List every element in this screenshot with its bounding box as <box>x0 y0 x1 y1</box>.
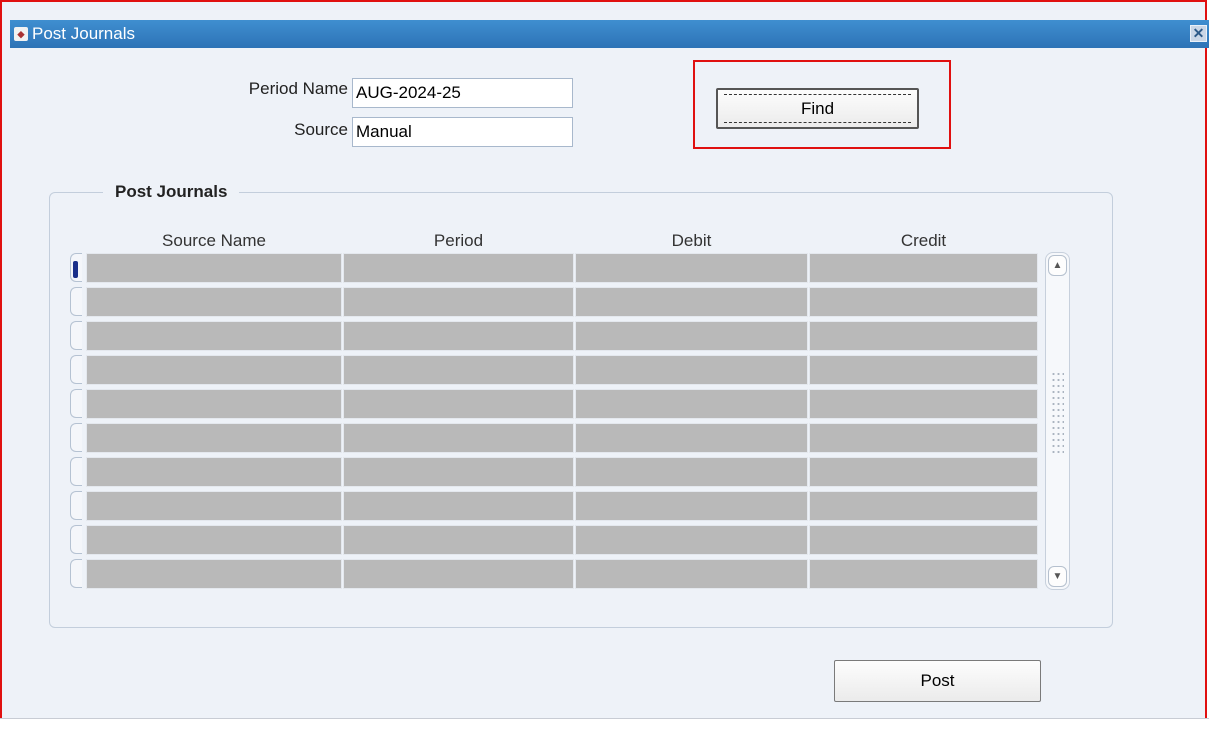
cell-debit[interactable] <box>575 253 808 283</box>
vertical-scrollbar[interactable]: ▲ ▼ <box>1045 252 1070 590</box>
cell-credit[interactable] <box>809 559 1038 589</box>
col-header-credit: Credit <box>900 231 947 250</box>
cell-credit[interactable] <box>809 423 1038 453</box>
row-indicator[interactable] <box>70 559 82 588</box>
row-indicator[interactable] <box>70 253 82 282</box>
post-button[interactable]: Post <box>834 660 1041 702</box>
cell-period[interactable] <box>343 423 574 453</box>
cell-source-name[interactable] <box>86 491 342 521</box>
period-name-field[interactable] <box>352 78 573 108</box>
row-indicator[interactable] <box>70 389 82 418</box>
cell-debit[interactable] <box>575 287 808 317</box>
cell-credit[interactable] <box>809 525 1038 555</box>
cell-period[interactable] <box>343 287 574 317</box>
col-header-period: Period <box>433 231 484 250</box>
cell-debit[interactable] <box>575 355 808 385</box>
cell-period[interactable] <box>343 389 574 419</box>
post-journals-window: ◆ Post Journals ✕ Period Name Source Fin… <box>0 0 1209 731</box>
window-title: Post Journals <box>32 24 135 43</box>
cell-period[interactable] <box>343 253 574 283</box>
cell-source-name[interactable] <box>86 287 342 317</box>
cell-credit[interactable] <box>809 355 1038 385</box>
row-indicator[interactable] <box>70 525 82 554</box>
row-indicator[interactable] <box>70 287 82 316</box>
cell-credit[interactable] <box>809 321 1038 351</box>
cell-period[interactable] <box>343 525 574 555</box>
cell-credit[interactable] <box>809 389 1038 419</box>
cell-source-name[interactable] <box>86 423 342 453</box>
cell-period[interactable] <box>343 355 574 385</box>
window-app-icon: ◆ <box>14 27 28 41</box>
status-strip <box>0 718 1209 734</box>
row-indicator[interactable] <box>70 321 82 350</box>
row-indicator[interactable] <box>70 457 82 486</box>
cell-credit[interactable] <box>809 457 1038 487</box>
cell-debit[interactable] <box>575 457 808 487</box>
row-indicator[interactable] <box>70 491 82 520</box>
cell-credit[interactable] <box>809 287 1038 317</box>
source-label: Source <box>294 120 348 139</box>
cell-source-name[interactable] <box>86 457 342 487</box>
find-button[interactable]: Find <box>716 88 919 129</box>
period-name-label: Period Name <box>248 79 348 98</box>
cell-source-name[interactable] <box>86 559 342 589</box>
cell-period[interactable] <box>343 457 574 487</box>
cell-source-name[interactable] <box>86 355 342 385</box>
row-indicator[interactable] <box>70 423 82 452</box>
cell-debit[interactable] <box>575 559 808 589</box>
cell-source-name[interactable] <box>86 253 342 283</box>
cell-debit[interactable] <box>575 525 808 555</box>
cell-source-name[interactable] <box>86 389 342 419</box>
cell-source-name[interactable] <box>86 525 342 555</box>
scroll-grip[interactable] <box>1051 371 1064 455</box>
cell-debit[interactable] <box>575 321 808 351</box>
col-header-source-name: Source Name <box>162 231 266 250</box>
cell-credit[interactable] <box>809 491 1038 521</box>
scroll-down-icon[interactable]: ▼ <box>1048 566 1067 587</box>
find-button-label: Find <box>800 99 835 118</box>
cell-period[interactable] <box>343 491 574 521</box>
cell-debit[interactable] <box>575 491 808 521</box>
col-header-debit: Debit <box>671 231 712 250</box>
cell-period[interactable] <box>343 559 574 589</box>
cell-debit[interactable] <box>575 389 808 419</box>
cell-source-name[interactable] <box>86 321 342 351</box>
window-titlebar[interactable]: ◆ Post Journals ✕ <box>10 20 1209 48</box>
row-indicator[interactable] <box>70 355 82 384</box>
cell-debit[interactable] <box>575 423 808 453</box>
close-icon[interactable]: ✕ <box>1190 25 1207 42</box>
group-title: Post Journals <box>103 182 240 202</box>
source-field[interactable] <box>352 117 573 147</box>
scroll-up-icon[interactable]: ▲ <box>1048 255 1067 276</box>
cell-credit[interactable] <box>809 253 1038 283</box>
cell-period[interactable] <box>343 321 574 351</box>
